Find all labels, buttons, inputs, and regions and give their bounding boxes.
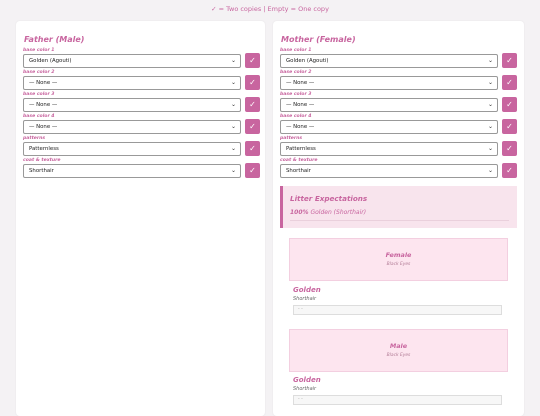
- field-label: base color 4: [23, 114, 55, 119]
- mother-base-color-3-check-button[interactable]: ✓: [502, 97, 517, 112]
- field-label: patterns: [280, 136, 303, 141]
- father-base-color-4-select[interactable]: — None — ⌄: [23, 120, 241, 134]
- mother-panel: Mother (Female) base color 1 Golden (Ago…: [273, 21, 524, 416]
- field-label: coat & texture: [280, 158, 318, 163]
- father-base-color-1-check-button[interactable]: ✓: [245, 53, 260, 68]
- mother-base-color-1-check-button[interactable]: ✓: [502, 53, 517, 68]
- chevron-down-icon: ⌄: [487, 101, 493, 108]
- field-label: base color 3: [23, 92, 55, 97]
- chevron-down-icon: ⌄: [230, 167, 236, 174]
- mother-patterns-check-button[interactable]: ✓: [502, 141, 517, 156]
- chevron-down-icon: ⌄: [487, 79, 493, 86]
- litter-expectations: Litter Expectations 100% Golden (Shortha…: [280, 186, 517, 228]
- select-value: — None —: [29, 124, 58, 130]
- kitten-eyes: Black Eyes: [386, 353, 411, 358]
- chevron-down-icon: ⌄: [230, 57, 236, 64]
- litter-result: Golden (Shorthair): [310, 209, 367, 216]
- litter-result-line: 100% Golden (Shorthair): [290, 209, 366, 216]
- kitten-sex: Male: [389, 342, 408, 350]
- chevron-down-icon: ⌄: [487, 123, 493, 130]
- field-label: base color 2: [280, 70, 312, 75]
- father-title: Father (Male): [24, 35, 85, 44]
- select-value: Shorthair: [29, 168, 54, 174]
- select-value: Patternless: [286, 146, 316, 152]
- select-value: Golden (Agouti): [286, 58, 329, 64]
- field-label: patterns: [23, 136, 46, 141]
- field-label: coat & texture: [23, 158, 61, 163]
- mother-title: Mother (Female): [281, 35, 356, 44]
- kitten-code-field: - -: [293, 305, 502, 315]
- field-label: base color 1: [23, 48, 55, 53]
- father-patterns-check-button[interactable]: ✓: [245, 141, 260, 156]
- kitten-card-image: Female Black Eyes: [289, 238, 508, 281]
- field-label: base color 2: [23, 70, 55, 75]
- father-base-color-2-select[interactable]: — None — ⌄: [23, 76, 241, 90]
- select-value: — None —: [286, 124, 315, 130]
- kitten-coat: Shorthair: [293, 296, 317, 302]
- select-value: Golden (Agouti): [29, 58, 72, 64]
- mother-base-color-2-select[interactable]: — None — ⌄: [280, 76, 498, 90]
- litter-title: Litter Expectations: [290, 194, 368, 203]
- field-label: base color 3: [280, 92, 312, 97]
- select-value: — None —: [29, 102, 58, 108]
- kitten-sex: Female: [385, 251, 412, 259]
- chevron-down-icon: ⌄: [230, 123, 236, 130]
- mother-patterns-select[interactable]: Patternless ⌄: [280, 142, 498, 156]
- father-base-color-2-check-button[interactable]: ✓: [245, 75, 260, 90]
- kitten-code-field: - -: [293, 395, 502, 405]
- chevron-down-icon: ⌄: [230, 145, 236, 152]
- kitten-color: Golden: [293, 286, 321, 294]
- father-base-color-3-check-button[interactable]: ✓: [245, 97, 260, 112]
- father-coat-check-button[interactable]: ✓: [245, 163, 260, 178]
- field-label: base color 4: [280, 114, 312, 119]
- father-base-color-4-check-button[interactable]: ✓: [245, 119, 260, 134]
- mother-base-color-2-check-button[interactable]: ✓: [502, 75, 517, 90]
- mother-base-color-3-select[interactable]: — None — ⌄: [280, 98, 498, 112]
- kitten-card-image: Male Black Eyes: [289, 329, 508, 372]
- mother-coat-check-button[interactable]: ✓: [502, 163, 517, 178]
- chevron-down-icon: ⌄: [230, 101, 236, 108]
- field-label: base color 1: [280, 48, 312, 53]
- father-base-color-3-select[interactable]: — None — ⌄: [23, 98, 241, 112]
- kitten-coat: Shorthair: [293, 386, 317, 392]
- select-value: — None —: [286, 102, 315, 108]
- chevron-down-icon: ⌄: [230, 79, 236, 86]
- select-value: Patternless: [29, 146, 59, 152]
- mother-base-color-4-check-button[interactable]: ✓: [502, 119, 517, 134]
- father-patterns-select[interactable]: Patternless ⌄: [23, 142, 241, 156]
- select-value: Shorthair: [286, 168, 311, 174]
- mother-base-color-1-select[interactable]: Golden (Agouti) ⌄: [280, 54, 498, 68]
- chevron-down-icon: ⌄: [487, 167, 493, 174]
- legend-text: ✓ = Two copies | Empty = One copy: [211, 5, 329, 13]
- kitten-color: Golden: [293, 376, 321, 384]
- chevron-down-icon: ⌄: [487, 145, 493, 152]
- kitten-eyes: Black Eyes: [386, 262, 411, 267]
- chevron-down-icon: ⌄: [487, 57, 493, 64]
- father-panel: Father (Male) base color 1 Golden (Agout…: [16, 21, 265, 416]
- litter-percent: 100%: [290, 209, 309, 216]
- father-base-color-1-select[interactable]: Golden (Agouti) ⌄: [23, 54, 241, 68]
- mother-base-color-4-select[interactable]: — None — ⌄: [280, 120, 498, 134]
- select-value: — None —: [286, 80, 315, 86]
- father-coat-select[interactable]: Shorthair ⌄: [23, 164, 241, 178]
- mother-coat-select[interactable]: Shorthair ⌄: [280, 164, 498, 178]
- select-value: — None —: [29, 80, 58, 86]
- divider: [290, 220, 509, 221]
